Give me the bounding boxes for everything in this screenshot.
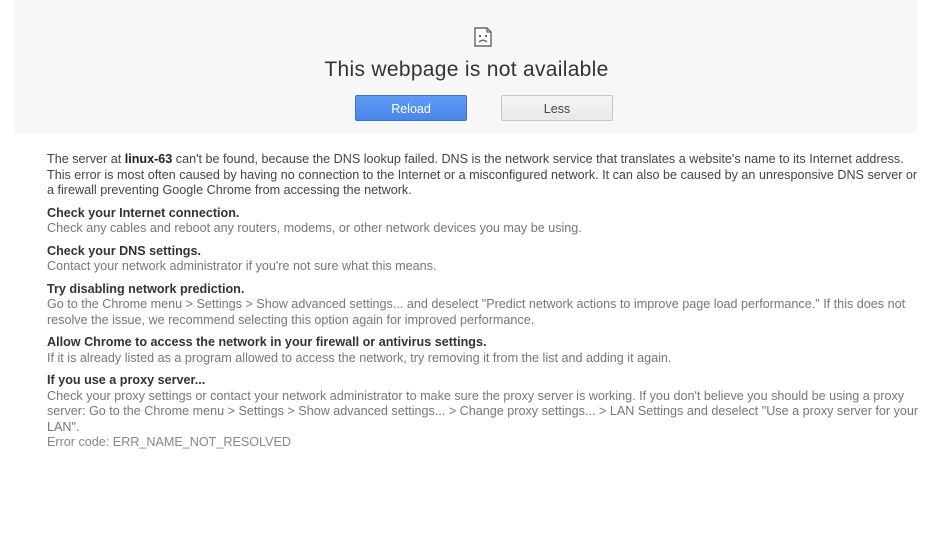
suggestion-heading: If you use a proxy server...	[47, 373, 206, 387]
error-code: Error code: ERR_NAME_NOT_RESOLVED	[47, 435, 292, 449]
intro-after: can't be found, because the DNS lookup f…	[47, 152, 918, 197]
suggestion-body: Check any cables and reboot any routers,…	[47, 221, 582, 235]
suggestion-check-dns: Check your DNS settings. Contact your ne…	[47, 244, 923, 275]
suggestion-firewall: Allow Chrome to access the network in yo…	[47, 335, 923, 366]
sad-page-icon	[474, 27, 492, 47]
suggestion-heading: Check your Internet connection.	[47, 205, 240, 220]
server-host: linux-63	[124, 152, 173, 166]
suggestion-body: Check your proxy settings or contact you…	[47, 388, 919, 434]
suggestion-heading: Allow Chrome to access the network in yo…	[47, 335, 487, 349]
reload-button[interactable]: Reload	[355, 95, 467, 121]
intro-text: The server at linux-63 can't be found, b…	[47, 152, 923, 199]
suggestion-body: Contact your network administrator if yo…	[47, 259, 437, 273]
intro-before: The server at	[47, 152, 125, 166]
suggestion-network-prediction: Try disabling network prediction. Go to …	[47, 282, 923, 329]
error-details: The server at linux-63 can't be found, b…	[47, 152, 923, 451]
less-button[interactable]: Less	[501, 95, 613, 121]
suggestion-heading: Try disabling network prediction.	[47, 281, 245, 296]
page-title: This webpage is not available	[324, 58, 609, 81]
suggestion-proxy: If you use a proxy server... Check your …	[47, 373, 923, 435]
suggestion-body: Go to the Chrome menu > Settings > Show …	[47, 297, 906, 327]
suggestion-check-internet: Check your Internet connection. Check an…	[47, 206, 923, 237]
suggestion-heading: Check your DNS settings.	[47, 243, 201, 258]
suggestion-body: If it is already listed as a program all…	[47, 350, 672, 365]
